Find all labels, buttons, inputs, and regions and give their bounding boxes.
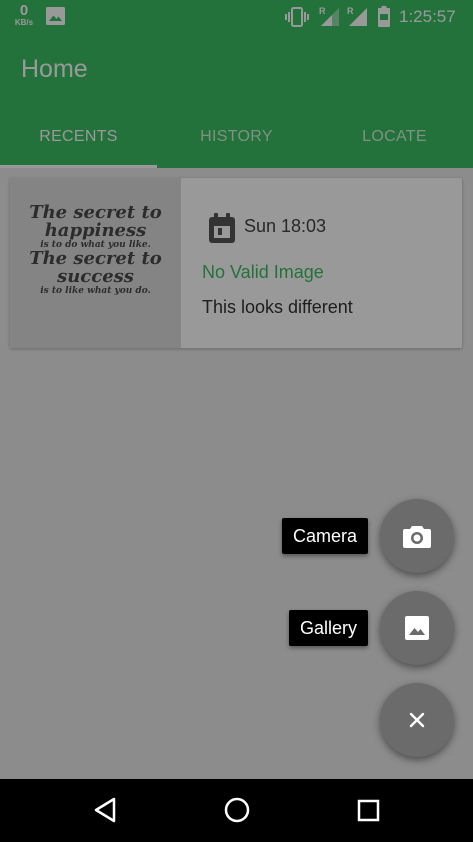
navigation-bar (0, 779, 473, 842)
camera-label[interactable]: Camera (282, 518, 369, 554)
image-icon (405, 616, 429, 640)
close-icon (409, 712, 425, 728)
recents-icon[interactable] (355, 793, 381, 827)
home-icon[interactable] (222, 793, 252, 827)
camera-button[interactable] (380, 499, 454, 573)
gallery-button[interactable] (380, 591, 454, 665)
camera-icon (403, 526, 431, 548)
close-menu-button[interactable] (380, 683, 454, 757)
back-icon[interactable] (92, 793, 118, 827)
app-screen: 0 KB/s R R 1:25:57 Home RECENTS HISTORY … (0, 0, 473, 779)
gallery-label[interactable]: Gallery (289, 610, 369, 646)
